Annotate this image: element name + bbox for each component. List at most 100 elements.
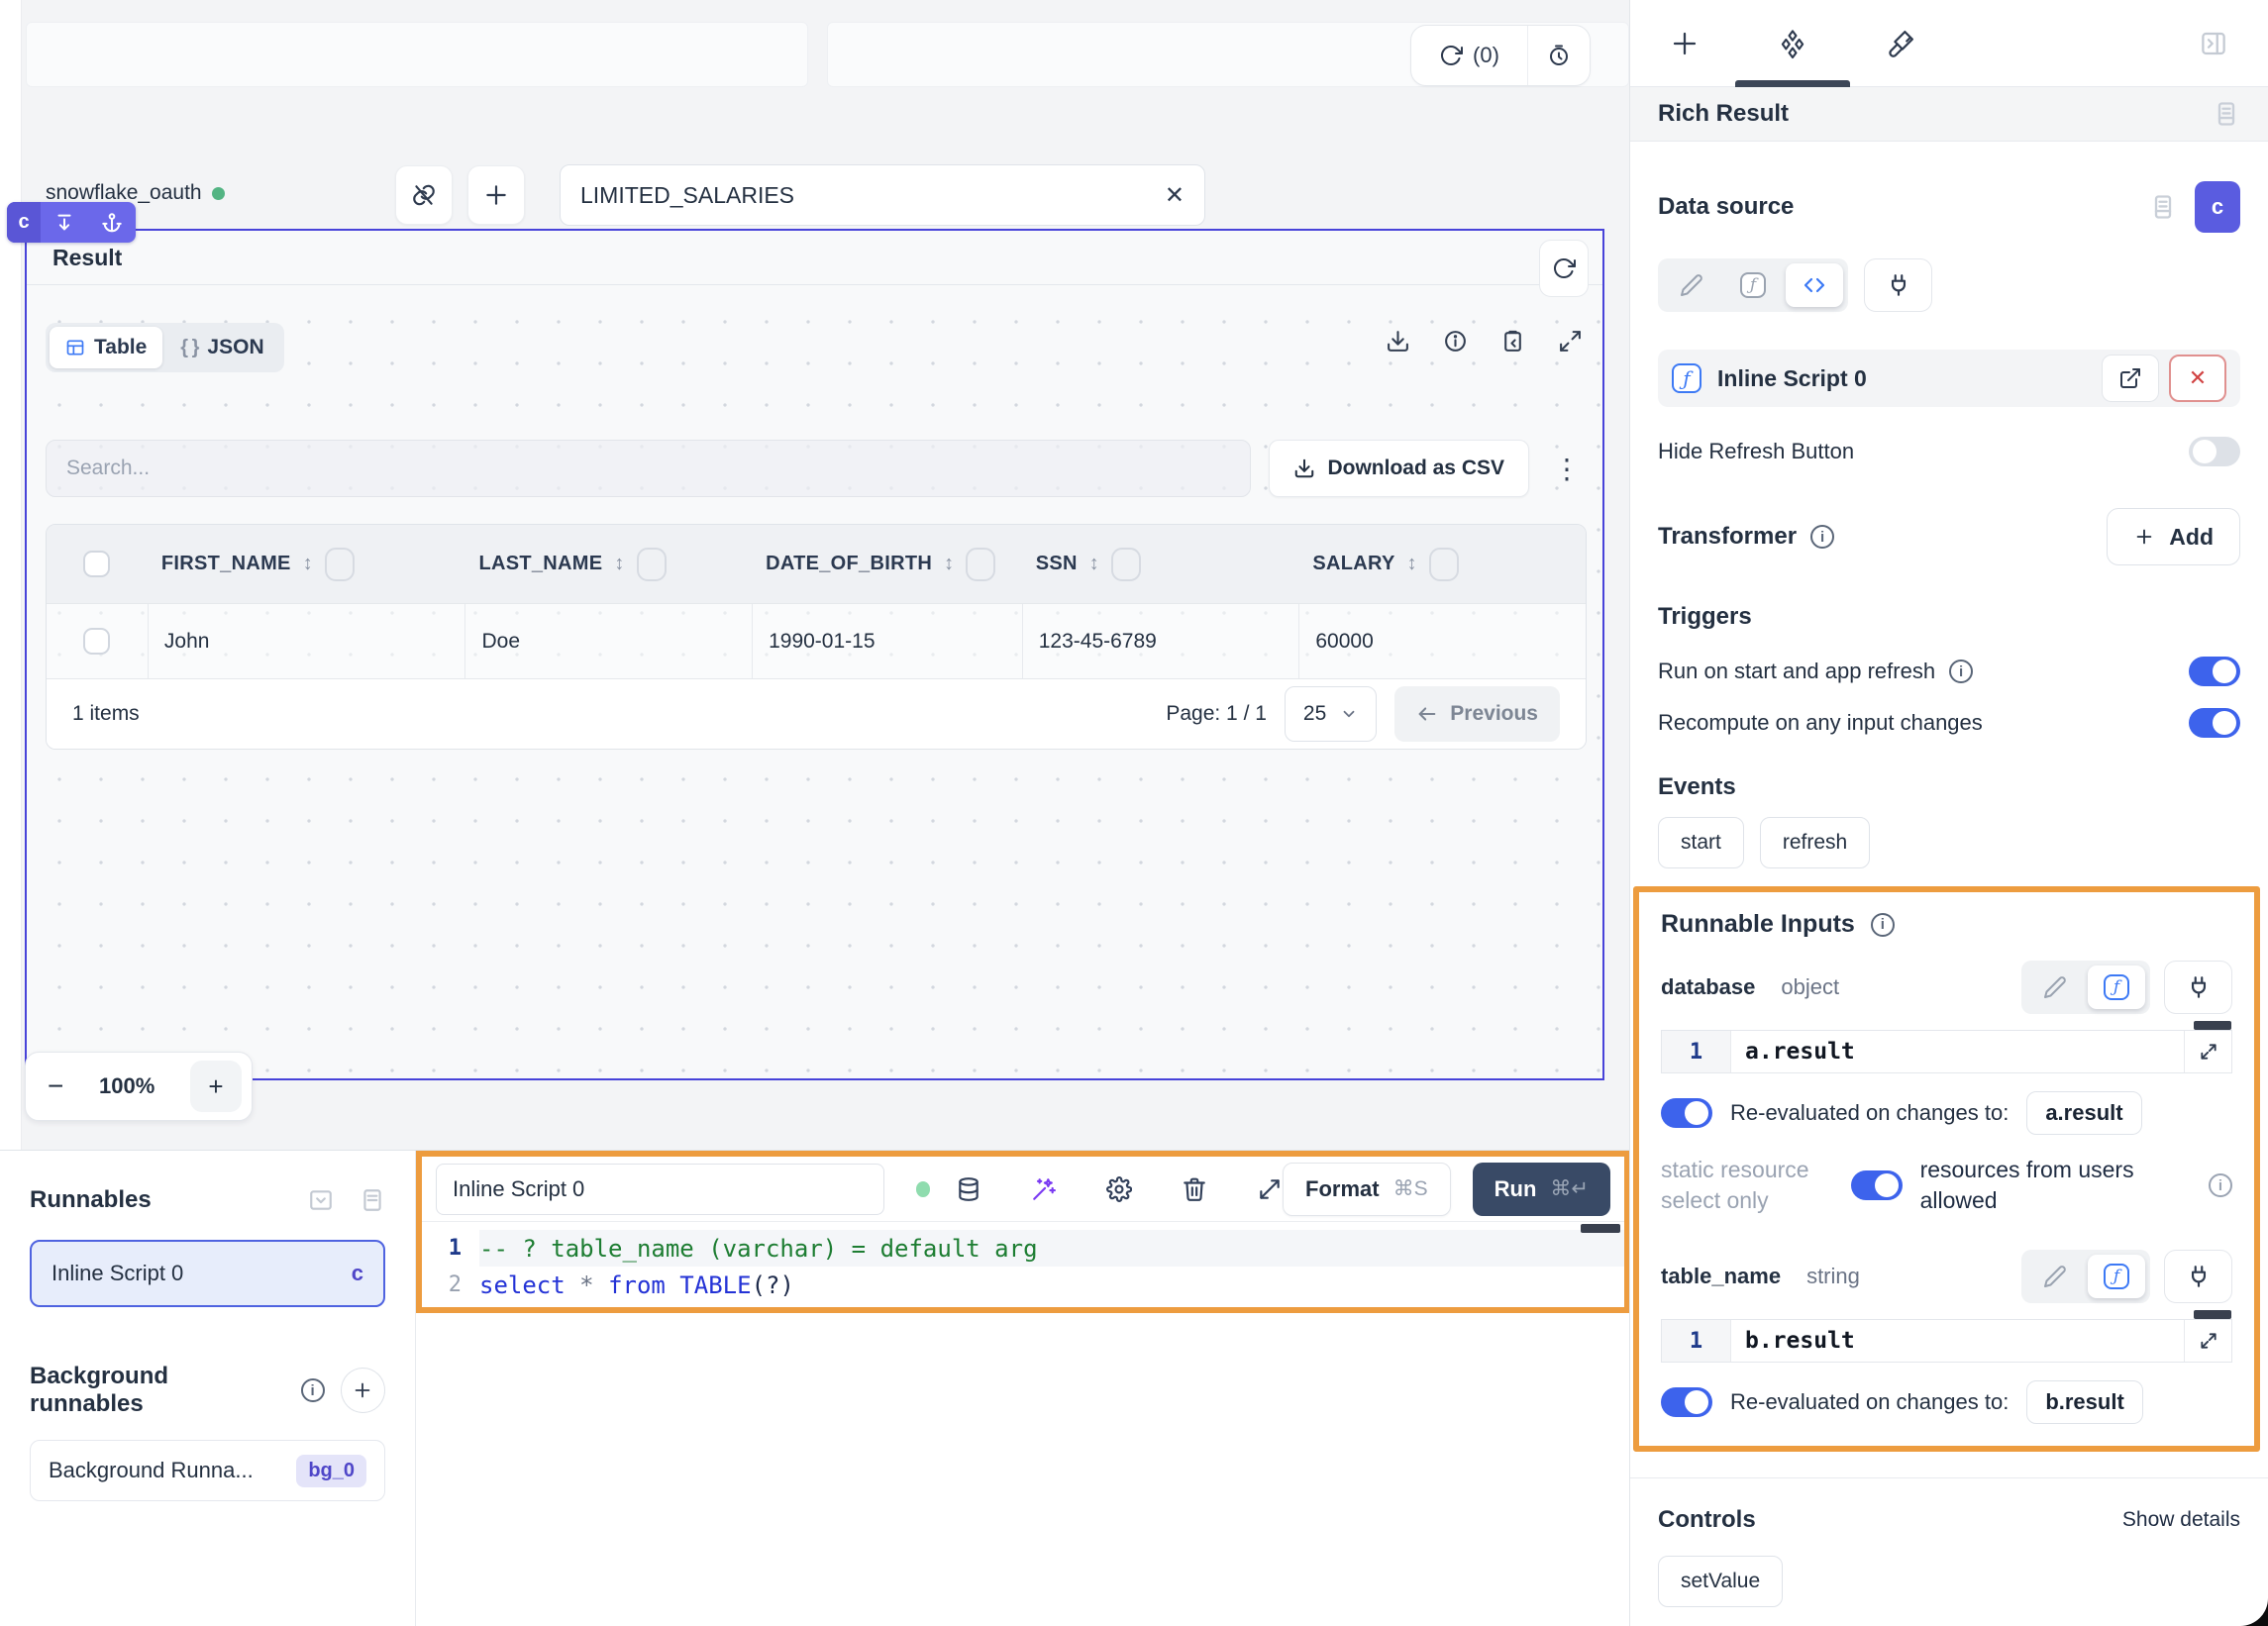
- column-toggle[interactable]: [1429, 548, 1459, 581]
- background-runnable-item[interactable]: Background Runna... bg_0: [30, 1440, 385, 1501]
- format-button[interactable]: Format⌘S: [1283, 1163, 1451, 1216]
- add-transformer-button[interactable]: Add: [2107, 508, 2240, 565]
- mode-static-button[interactable]: [2026, 965, 2084, 1009]
- refresh-count-button[interactable]: (0): [1411, 26, 1528, 85]
- mode-function-button[interactable]: ƒ: [2088, 965, 2145, 1009]
- docs-icon[interactable]: [2213, 100, 2240, 128]
- move-down-button[interactable]: [41, 212, 88, 234]
- list-panel-icon[interactable]: [360, 1187, 385, 1213]
- history-button[interactable]: [1528, 26, 1590, 85]
- result-refresh-button[interactable]: [1539, 240, 1589, 297]
- info-icon[interactable]: i: [1810, 525, 1834, 549]
- data-source-item[interactable]: ƒ Inline Script 0 ✕: [1658, 350, 2240, 407]
- runnable-item-inline-script-0[interactable]: Inline Script 0 c: [30, 1240, 385, 1307]
- column-header-ssn[interactable]: SSN↕: [1022, 548, 1299, 581]
- database-expression[interactable]: a.result: [1731, 1031, 2184, 1072]
- info-icon[interactable]: i: [301, 1378, 325, 1402]
- settings-gear-icon[interactable]: [1106, 1176, 1132, 1202]
- zoom-in-button[interactable]: +: [190, 1061, 242, 1112]
- sort-icon[interactable]: ↕: [944, 553, 954, 575]
- script-name-input[interactable]: [436, 1164, 884, 1215]
- tab-table[interactable]: Table: [50, 327, 162, 368]
- tab-add-component[interactable]: [1670, 0, 1700, 87]
- connect-data-button[interactable]: [1864, 258, 1932, 312]
- mode-static-button[interactable]: [1663, 263, 1720, 307]
- parameter-input[interactable]: [580, 182, 1165, 209]
- recompute-toggle[interactable]: [2189, 708, 2240, 738]
- expand-icon[interactable]: [1558, 329, 1583, 354]
- select-all-checkbox[interactable]: [83, 551, 110, 577]
- row-checkbox[interactable]: [83, 628, 110, 655]
- column-header-last-name[interactable]: LAST_NAME↕: [464, 548, 752, 581]
- expand-field-button[interactable]: [2184, 1320, 2231, 1362]
- tab-styles[interactable]: [1886, 0, 1915, 87]
- column-toggle[interactable]: [637, 548, 667, 581]
- info-icon[interactable]: [1443, 329, 1468, 354]
- column-toggle[interactable]: [1111, 548, 1141, 581]
- table-name-reeval-target[interactable]: b.result: [2026, 1380, 2142, 1424]
- column-header-salary[interactable]: SALARY↕: [1298, 548, 1586, 581]
- app-canvas[interactable]: (0) snowflake_oauth ✕ c: [0, 0, 1629, 1150]
- code-line-1[interactable]: 1 -- ? table_name (varchar) = default ar…: [422, 1230, 1624, 1267]
- copy-result-icon[interactable]: [1500, 329, 1525, 354]
- unlink-button[interactable]: [395, 165, 453, 225]
- table-row[interactable]: John Doe 1990-01-15 123-45-6789 60000: [47, 603, 1586, 678]
- expand-field-button[interactable]: [2184, 1031, 2231, 1072]
- code-line-2[interactable]: 2 select * from TABLE(?): [422, 1267, 1624, 1303]
- hide-refresh-toggle[interactable]: [2189, 437, 2240, 466]
- mode-function-button[interactable]: ƒ: [1724, 263, 1782, 307]
- sort-icon[interactable]: ↕: [614, 553, 624, 575]
- database-reeval-target[interactable]: a.result: [2026, 1091, 2141, 1135]
- table-menu-button[interactable]: ⋮: [1547, 453, 1587, 485]
- docs-icon[interactable]: [2149, 193, 2177, 221]
- result-component[interactable]: Result Table { } JSON: [25, 229, 1604, 1080]
- table-name-expression-editor[interactable]: 1 b.result: [1661, 1319, 2232, 1363]
- anchor-button[interactable]: [88, 212, 136, 234]
- run-on-start-toggle[interactable]: [2189, 657, 2240, 686]
- database-icon[interactable]: [956, 1176, 981, 1202]
- code-area[interactable]: 1 -- ? table_name (varchar) = default ar…: [422, 1222, 1624, 1306]
- sort-icon[interactable]: ↕: [303, 553, 313, 575]
- column-toggle[interactable]: [325, 548, 355, 581]
- connect-input-button[interactable]: [2164, 1250, 2232, 1303]
- search-input[interactable]: [46, 440, 1251, 497]
- tab-components[interactable]: [1777, 0, 1808, 87]
- tab-json[interactable]: { } JSON: [164, 327, 279, 368]
- mode-code-button[interactable]: [1786, 263, 1843, 307]
- event-tag-start[interactable]: start: [1658, 817, 1744, 868]
- database-reeval-toggle[interactable]: [1661, 1098, 1712, 1128]
- collapse-inspector-button[interactable]: [2199, 29, 2228, 58]
- info-icon[interactable]: i: [1871, 913, 1895, 937]
- show-details-link[interactable]: Show details: [2122, 1508, 2240, 1532]
- previous-page-button[interactable]: Previous: [1394, 686, 1560, 742]
- zoom-out-button[interactable]: −: [48, 1070, 63, 1102]
- add-background-runnable-button[interactable]: [341, 1368, 385, 1413]
- info-icon[interactable]: i: [1949, 660, 1973, 683]
- mode-function-button[interactable]: ƒ: [2088, 1255, 2145, 1298]
- open-script-button[interactable]: [2102, 355, 2159, 402]
- placeholder-component-1[interactable]: [26, 22, 808, 87]
- database-expression-editor[interactable]: 1 a.result: [1661, 1030, 2232, 1073]
- sort-icon[interactable]: ↕: [1407, 553, 1417, 575]
- remove-data-source-button[interactable]: ✕: [2169, 355, 2226, 402]
- column-header-first-name[interactable]: FIRST_NAME↕: [148, 548, 465, 581]
- delete-trash-icon[interactable]: [1182, 1176, 1207, 1202]
- mode-static-button[interactable]: [2026, 1255, 2084, 1298]
- collapse-panel-icon[interactable]: [308, 1187, 334, 1213]
- page-size-select[interactable]: 25: [1285, 686, 1377, 742]
- connect-input-button[interactable]: [2164, 961, 2232, 1014]
- magic-wand-icon[interactable]: [1031, 1176, 1057, 1202]
- download-csv-button[interactable]: Download as CSV: [1269, 440, 1529, 497]
- control-tag-setvalue[interactable]: setValue: [1658, 1556, 1783, 1607]
- run-button[interactable]: Run⌘↵: [1473, 1163, 1610, 1216]
- column-toggle[interactable]: [966, 548, 995, 581]
- table-name-expression[interactable]: b.result: [1731, 1320, 2184, 1362]
- expand-editor-icon[interactable]: [1257, 1176, 1283, 1202]
- info-icon[interactable]: i: [2209, 1173, 2232, 1197]
- clear-input-button[interactable]: ✕: [1165, 181, 1185, 210]
- resources-from-users-toggle[interactable]: [1851, 1170, 1903, 1200]
- event-tag-refresh[interactable]: refresh: [1760, 817, 1870, 868]
- add-parameter-button[interactable]: [467, 165, 525, 225]
- editor-scrollbar-thumb[interactable]: [1581, 1224, 1620, 1233]
- download-icon[interactable]: [1386, 329, 1410, 354]
